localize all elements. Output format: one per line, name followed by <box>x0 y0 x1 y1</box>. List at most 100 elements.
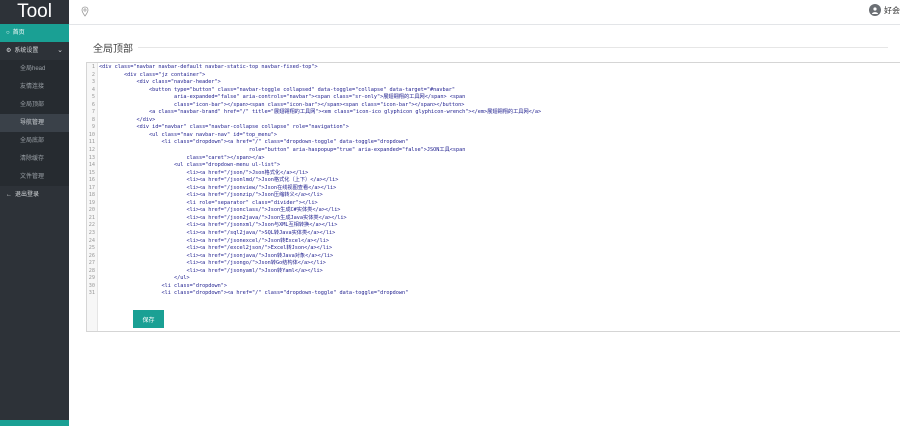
code-text: <div class="jz container"> <box>99 71 206 78</box>
line-number: 11 <box>88 139 95 146</box>
line-number: 7 <box>91 109 95 116</box>
arrow-left-icon: ← <box>6 192 12 198</box>
app-logo: Tool <box>0 0 69 24</box>
code-line: 18 <li><a href="/jsonzip/">Json压缩转义</a><… <box>87 192 900 200</box>
map-pin-icon[interactable] <box>81 6 89 18</box>
line-number: 20 <box>88 207 95 214</box>
code-text: <li><a href="/jsonxml/">Json与XML互相转换</a>… <box>99 222 338 229</box>
line-number: 14 <box>88 162 95 169</box>
code-text: <li class="dropdown"><a href="/" class="… <box>99 290 409 297</box>
code-line: 9 <div id="navbar" class="navbar-collaps… <box>87 124 900 132</box>
line-number: 4 <box>91 86 95 93</box>
code-text: <li><a href="/jsonlmd/">Json格式化（上下）</a><… <box>99 177 339 184</box>
code-text: <li><a href="/jsonyaml/">Json转Yaml</a></… <box>99 267 323 274</box>
line-number: 21 <box>88 214 95 221</box>
circle-icon: ○ <box>6 30 10 36</box>
code-text: <li><a href="/sql2java/">SQL转Java实体类</a>… <box>99 230 336 237</box>
line-number: 31 <box>88 290 95 297</box>
code-text: </ul> <box>99 275 190 282</box>
sidebar-item-label: 首页 <box>12 30 25 36</box>
sidebar-item-label: 导航管理 <box>20 120 45 126</box>
code-line: 8 </div> <box>87 117 900 125</box>
code-text: <ul class="dropdown-menu ul-list"> <box>99 162 281 169</box>
code-line: 7 <a class="navbar-brand" href="/" title… <box>87 109 900 117</box>
line-number: 26 <box>88 252 95 259</box>
code-text: class="caret"></span></a> <box>99 154 265 161</box>
code-text: <a class="navbar-brand" href="/" title="… <box>99 109 542 116</box>
main-content: 全局顶部 1 <div class="navbar navbar-default … <box>69 25 900 426</box>
sidebar-item-label: 全局顶部 <box>20 102 45 108</box>
user-icon <box>872 7 878 14</box>
code-line: 25 <li><a href="/excel2json/">Excel转Json… <box>87 245 900 253</box>
line-number: 23 <box>88 230 95 237</box>
line-number: 12 <box>88 147 95 154</box>
sidebar: Tool ○ 首页 ⚙ 系统设置 ⌄ 全局head 友情连接 全局顶部 导航管理… <box>0 0 69 426</box>
sidebar-item-nav-manage[interactable]: 导航管理 <box>0 114 69 132</box>
code-text: role="button" aria-haspopup="true" aria-… <box>99 147 466 154</box>
code-text: <li><a href="/jsonexcel/">Json转Excel</a>… <box>99 237 330 244</box>
code-line: 22 <li><a href="/jsonxml/">Json与XML互相转换<… <box>87 222 900 230</box>
code-line: 20 <li><a href="/jsonclass/">Json生成C#实体类… <box>87 207 900 215</box>
code-text: aria-expanded="false" aria-controls="nav… <box>99 94 466 101</box>
sidebar-item-home[interactable]: ○ 首页 <box>0 24 69 42</box>
sidebar-item-label: 全局底部 <box>20 138 45 144</box>
line-number: 29 <box>88 275 95 282</box>
code-text: </div> <box>99 116 156 123</box>
line-number: 6 <box>91 101 95 108</box>
sidebar-item-label: 退出登录 <box>15 192 40 198</box>
line-number: 10 <box>88 131 95 138</box>
code-text: <div class="navbar-header"> <box>99 79 221 86</box>
user-name: 好会 <box>884 5 900 15</box>
code-text: <li><a href="/jsonzip/">Json压缩转义</a></li… <box>99 192 323 199</box>
sidebar-item-global-top[interactable]: 全局顶部 <box>0 96 69 114</box>
sidebar-item-clear-cache[interactable]: 清除缓存 <box>0 150 69 168</box>
line-number: 3 <box>91 79 95 86</box>
line-number: 30 <box>88 282 95 289</box>
sidebar-item-friend-links[interactable]: 友情连接 <box>0 78 69 96</box>
chevron-down-icon: ⌄ <box>57 47 63 54</box>
sidebar-item-label: 系统设置 <box>14 48 39 54</box>
code-text: <li><a href="/jsonclass/">Json生成C#实体类</a… <box>99 207 341 214</box>
line-number: 9 <box>91 124 95 131</box>
code-text: <li><a href="/jsongo/">Json转Go结构体</a></l… <box>99 260 326 267</box>
code-text: <li class="dropdown"> <box>99 282 228 289</box>
code-text: <ul class="nav navbar-nav" id="top_menu"… <box>99 131 278 138</box>
code-text: <li class="dropdown"><a href="/" class="… <box>99 139 409 146</box>
line-number: 24 <box>88 237 95 244</box>
user-menu[interactable]: 好会 <box>869 4 900 16</box>
sidebar-item-label: 文件管理 <box>20 174 45 180</box>
sidebar-item-logout[interactable]: ← 退出登录 <box>0 186 69 204</box>
code-line: 11 <li class="dropdown"><a href="/" clas… <box>87 139 900 147</box>
line-number: 22 <box>88 222 95 229</box>
code-line: 23 <li><a href="/sql2java/">SQL转Java实体类<… <box>87 230 900 238</box>
sidebar-item-label: 全局head <box>20 66 46 72</box>
sidebar-item-system-settings[interactable]: ⚙ 系统设置 ⌄ <box>0 42 69 60</box>
code-line: 13 class="caret"></span></a> <box>87 155 900 163</box>
line-number: 1 <box>91 64 95 70</box>
sidebar-item-global-head[interactable]: 全局head <box>0 60 69 78</box>
line-number: 8 <box>91 116 95 123</box>
line-number: 13 <box>88 154 95 161</box>
save-button[interactable]: 保存 <box>133 310 164 328</box>
line-number: 5 <box>91 94 95 101</box>
sidebar-item-global-bottom[interactable]: 全局底部 <box>0 132 69 150</box>
line-number: 19 <box>88 199 95 206</box>
gear-icon: ⚙ <box>6 48 12 54</box>
page-title: 全局顶部 <box>93 44 133 55</box>
line-number: 2 <box>91 71 95 78</box>
sidebar-item-label: 清除缓存 <box>20 156 45 162</box>
line-number: 15 <box>88 169 95 176</box>
code-line: 28 <li><a href="/jsonyaml/">Json转Yaml</a… <box>87 268 900 276</box>
code-text: <div class="navbar navbar-default navbar… <box>99 64 318 70</box>
code-line: 14 <ul class="dropdown-menu ul-list"> <box>87 162 900 170</box>
top-bar: 好会 <box>69 0 900 25</box>
code-line: 5 aria-expanded="false" aria-controls="n… <box>87 94 900 102</box>
code-text: <div id="navbar" class="navbar-collapse … <box>99 124 349 131</box>
code-line: 10 <ul class="nav navbar-nav" id="top_me… <box>87 132 900 140</box>
code-line: 29 </ul> <box>87 275 900 283</box>
line-number: 28 <box>88 267 95 274</box>
sidebar-item-file-manage[interactable]: 文件管理 <box>0 168 69 186</box>
title-divider <box>138 47 888 48</box>
code-editor[interactable]: 1 <div class="navbar navbar-default navba… <box>86 62 900 332</box>
code-line: 12 role="button" aria-haspopup="true" ar… <box>87 147 900 155</box>
